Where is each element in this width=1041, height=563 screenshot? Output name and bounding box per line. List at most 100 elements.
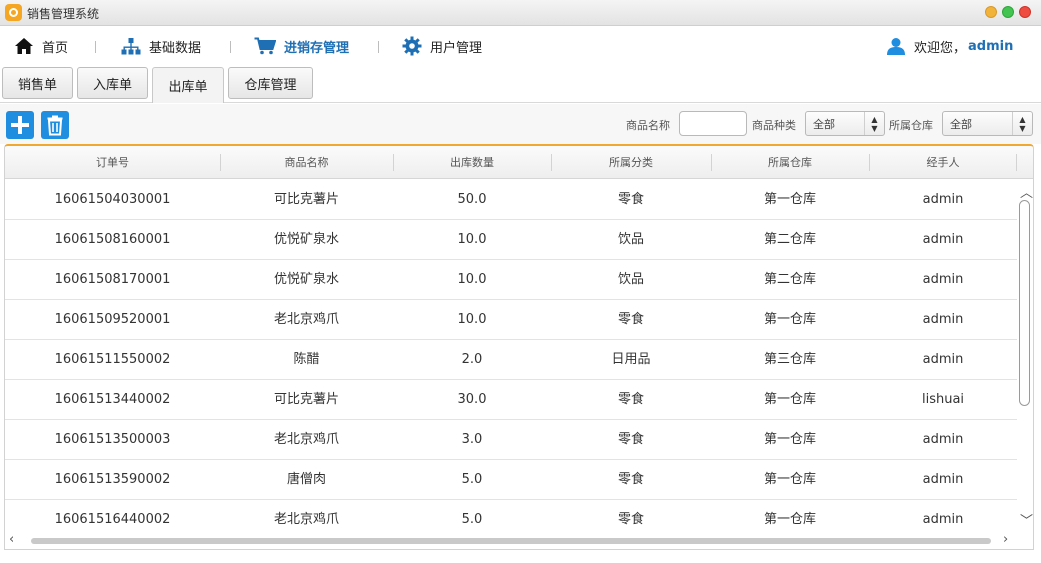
close-button[interactable]	[1019, 6, 1031, 18]
cell-warehouse: 第一仓库	[763, 512, 816, 527]
horizontal-scroll-thumb[interactable]	[31, 538, 991, 544]
table-row[interactable]: 16061508170001 优悦矿泉水 10.0 饮品 第二仓库 admin	[5, 260, 1017, 300]
updown-arrows-icon: ▲ ▼	[1012, 112, 1032, 135]
cell-warehouse: 第一仓库	[763, 312, 816, 327]
column-header-category[interactable]: 所属分类	[551, 146, 711, 179]
table-row[interactable]: 16061509520001 老北京鸡爪 10.0 零食 第一仓库 admin	[5, 300, 1017, 340]
cell-quantity: 3.0	[461, 432, 483, 447]
username[interactable]: admin	[968, 39, 1013, 54]
cell-order-no: 16061508170001	[54, 272, 171, 287]
cell-warehouse: 第一仓库	[763, 192, 816, 207]
tab-outbound-order[interactable]: 出库单	[152, 67, 224, 103]
cell-product-name: 老北京鸡爪	[273, 312, 339, 327]
cell-category: 饮品	[617, 272, 644, 287]
nav-item-label: 用户管理	[430, 40, 483, 56]
column-header-order-no[interactable]: 订单号	[5, 146, 220, 179]
product-name-input[interactable]	[679, 111, 747, 136]
scroll-up-icon[interactable]: ︿	[1020, 182, 1033, 201]
column-header-product-name[interactable]: 商品名称	[220, 146, 393, 179]
warehouse-select[interactable]: 全部 ▲ ▼	[942, 111, 1033, 136]
gear-icon	[402, 36, 422, 56]
cell-warehouse: 第三仓库	[763, 352, 816, 367]
table-row[interactable]: 16061513500003 老北京鸡爪 3.0 零食 第一仓库 admin	[5, 420, 1017, 460]
cell-category: 零食	[617, 512, 644, 527]
table-row[interactable]: 16061513440002 可比克薯片 30.0 零食 第一仓库 lishuai	[5, 380, 1017, 420]
column-header-handler[interactable]: 经手人	[869, 146, 1017, 179]
table-row[interactable]: 16061508160001 优悦矿泉水 10.0 饮品 第二仓库 admin	[5, 220, 1017, 260]
cell-product-name: 唐僧肉	[286, 472, 326, 487]
cell-warehouse: 第二仓库	[763, 232, 816, 247]
scroll-down-icon[interactable]: ﹀	[1020, 510, 1033, 529]
cell-product-name: 老北京鸡爪	[273, 432, 339, 447]
cell-warehouse: 第一仓库	[763, 472, 816, 487]
vertical-scrollbar[interactable]: ︿ ﹀	[1017, 180, 1033, 532]
cell-handler: admin	[922, 272, 964, 287]
cell-handler: admin	[922, 312, 964, 327]
nav-item-inventory[interactable]: 进销存管理	[254, 35, 349, 57]
cell-order-no: 16061513500003	[54, 432, 171, 447]
tab-bar: 销售单 入库单 出库单 仓库管理	[0, 66, 1041, 103]
nav-divider	[230, 41, 231, 53]
cell-order-no: 16061509520001	[54, 312, 171, 327]
tab-warehouse-management[interactable]: 仓库管理	[228, 67, 313, 99]
cell-quantity: 50.0	[457, 192, 487, 207]
cell-category: 零食	[617, 392, 644, 407]
scroll-left-icon[interactable]: ‹	[9, 532, 14, 547]
nav-item-label: 基础数据	[149, 40, 202, 56]
cell-category: 零食	[617, 432, 644, 447]
cell-handler: admin	[922, 512, 964, 527]
home-icon	[15, 38, 33, 54]
nav-item-basic-data[interactable]: 基础数据	[121, 35, 201, 57]
maximize-button[interactable]	[1002, 6, 1014, 18]
cell-warehouse: 第一仓库	[763, 392, 816, 407]
column-divider[interactable]	[1016, 154, 1017, 171]
add-button[interactable]	[6, 111, 34, 139]
welcome-text: 欢迎您，	[914, 40, 967, 56]
trash-icon	[47, 115, 63, 136]
cell-product-name: 可比克薯片	[273, 392, 339, 407]
nav-divider	[95, 41, 96, 53]
nav-item-home[interactable]: 首页	[14, 35, 68, 57]
welcome-area: 欢迎您， admin	[886, 35, 1013, 57]
cell-order-no: 16061516440002	[54, 512, 171, 527]
updown-arrows-icon: ▲ ▼	[864, 112, 884, 135]
minimize-button[interactable]	[985, 6, 997, 18]
cell-product-name: 陈醋	[293, 352, 320, 367]
cell-handler: admin	[922, 432, 964, 447]
nav-item-user-management[interactable]: 用户管理	[402, 35, 482, 57]
cell-handler: admin	[922, 192, 964, 207]
cell-order-no: 16061513590002	[54, 472, 171, 487]
cell-warehouse: 第二仓库	[763, 272, 816, 287]
cell-quantity: 10.0	[457, 232, 487, 247]
delete-button[interactable]	[41, 111, 69, 139]
outbound-order-table: 订单号 商品名称 出库数量 所属分类 所属仓库 经手人 160615040300…	[4, 144, 1034, 550]
horizontal-scrollbar[interactable]: ‹ ›	[5, 532, 1033, 549]
warehouse-label: 所属仓库	[889, 119, 933, 132]
cell-quantity: 5.0	[461, 472, 483, 487]
cell-order-no: 16061508160001	[54, 232, 171, 247]
cell-category: 零食	[617, 472, 644, 487]
cell-product-name: 老北京鸡爪	[273, 512, 339, 527]
cell-handler: admin	[922, 352, 964, 367]
table-row[interactable]: 16061504030001 可比克薯片 50.0 零食 第一仓库 admin	[5, 180, 1017, 220]
top-nav: 首页 基础数据 进销存管理 用户管理 欢迎您， admin	[0, 27, 1041, 65]
vertical-scroll-thumb[interactable]	[1019, 200, 1030, 406]
cell-quantity: 10.0	[457, 272, 487, 287]
cell-category: 零食	[617, 192, 644, 207]
category-select[interactable]: 全部 ▲ ▼	[805, 111, 885, 136]
cell-product-name: 可比克薯片	[273, 192, 339, 207]
tab-inbound-order[interactable]: 入库单	[77, 67, 148, 99]
cell-order-no: 16061511550002	[54, 352, 171, 367]
column-header-quantity[interactable]: 出库数量	[393, 146, 551, 179]
table-row[interactable]: 16061511550002 陈醋 2.0 日用品 第三仓库 admin	[5, 340, 1017, 380]
cell-handler: admin	[922, 472, 964, 487]
table-row[interactable]: 16061513590002 唐僧肉 5.0 零食 第一仓库 admin	[5, 460, 1017, 500]
tab-sales-order[interactable]: 销售单	[2, 67, 73, 99]
column-header-warehouse[interactable]: 所属仓库	[711, 146, 869, 179]
cell-product-name: 优悦矿泉水	[273, 272, 339, 287]
table-row[interactable]: 16061516440002 老北京鸡爪 5.0 零食 第一仓库 admin	[5, 500, 1017, 532]
cell-category: 日用品	[611, 352, 651, 367]
scroll-right-icon[interactable]: ›	[1003, 532, 1008, 547]
user-icon	[887, 38, 905, 55]
table-body: 16061504030001 可比克薯片 50.0 零食 第一仓库 admin 160615…	[5, 180, 1017, 532]
